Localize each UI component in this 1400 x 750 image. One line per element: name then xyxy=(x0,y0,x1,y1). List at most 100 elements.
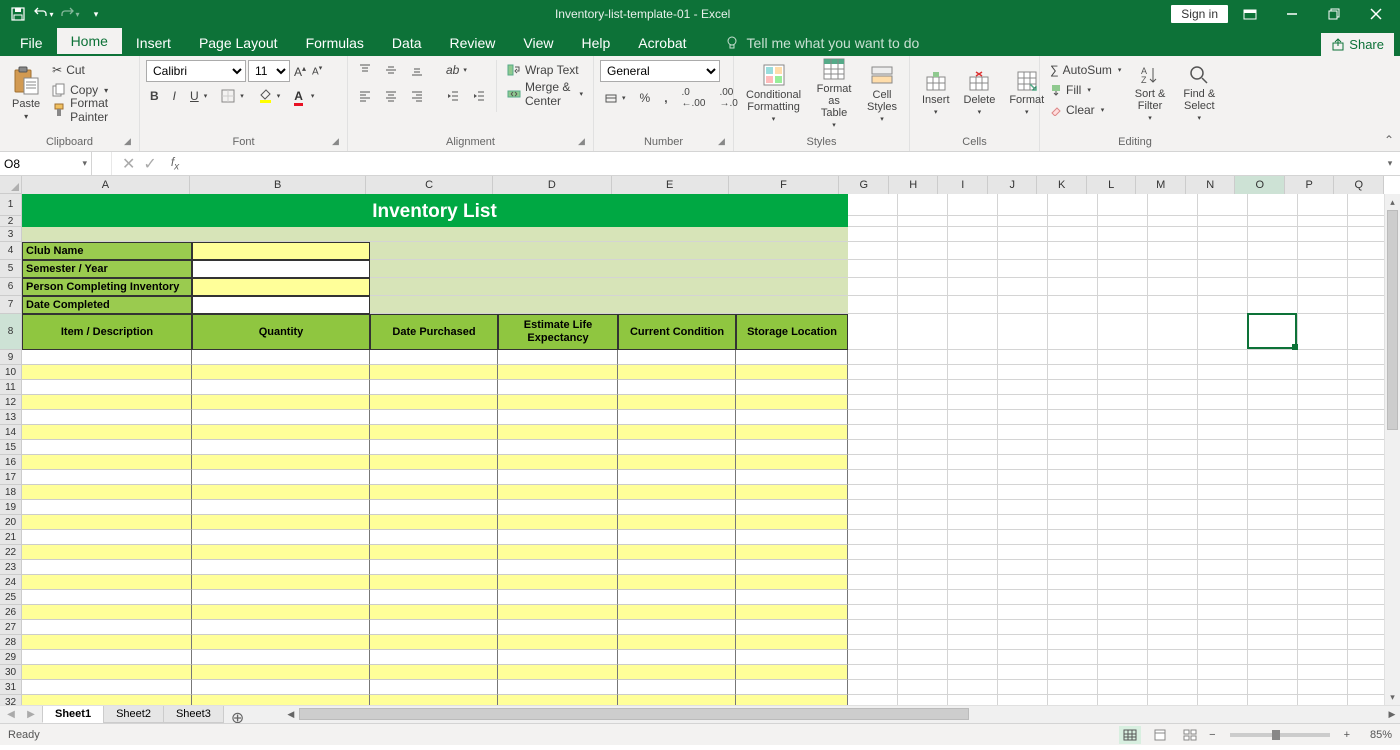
cell[interactable] xyxy=(1198,260,1248,278)
cell[interactable] xyxy=(1098,545,1148,560)
cell[interactable] xyxy=(370,455,498,470)
cell[interactable] xyxy=(848,545,898,560)
align-bottom-button[interactable] xyxy=(406,60,428,80)
cell[interactable] xyxy=(848,650,898,665)
cell[interactable] xyxy=(498,530,618,545)
cell[interactable] xyxy=(898,530,948,545)
cell[interactable] xyxy=(498,575,618,590)
cell[interactable] xyxy=(1148,530,1198,545)
cell[interactable] xyxy=(1148,605,1198,620)
font-size-select[interactable]: 11 xyxy=(248,60,290,82)
cell[interactable] xyxy=(948,380,998,395)
cell[interactable] xyxy=(1048,515,1098,530)
row-header-26[interactable]: 26 xyxy=(0,605,22,620)
select-all-corner[interactable] xyxy=(0,176,22,194)
maximize-button[interactable] xyxy=(1314,0,1354,28)
cell[interactable] xyxy=(736,410,848,425)
cell[interactable] xyxy=(22,560,192,575)
cell[interactable] xyxy=(192,575,370,590)
cell[interactable] xyxy=(192,590,370,605)
cell[interactable] xyxy=(998,605,1048,620)
row-header-27[interactable]: 27 xyxy=(0,620,22,635)
cell[interactable] xyxy=(1198,545,1248,560)
col-header-A[interactable]: A xyxy=(22,176,190,194)
cell[interactable] xyxy=(1098,395,1148,410)
cell[interactable] xyxy=(1248,530,1298,545)
cell[interactable] xyxy=(1148,296,1198,314)
row-header-16[interactable]: 16 xyxy=(0,455,22,470)
cell[interactable] xyxy=(370,680,498,695)
cell[interactable] xyxy=(498,620,618,635)
align-top-button[interactable] xyxy=(354,60,376,80)
cell[interactable] xyxy=(1298,365,1348,380)
cell[interactable]: Quantity xyxy=(192,314,370,350)
cell[interactable] xyxy=(1148,575,1198,590)
cell[interactable] xyxy=(618,350,736,365)
cell[interactable] xyxy=(736,500,848,515)
row-header-13[interactable]: 13 xyxy=(0,410,22,425)
cell[interactable] xyxy=(1048,350,1098,365)
cell[interactable] xyxy=(370,590,498,605)
format-as-table-button[interactable]: Format as Table▾ xyxy=(809,60,859,126)
cell[interactable] xyxy=(1298,485,1348,500)
cell[interactable] xyxy=(1048,650,1098,665)
cell[interactable] xyxy=(22,425,192,440)
cell[interactable] xyxy=(22,620,192,635)
cell[interactable] xyxy=(22,500,192,515)
cell[interactable] xyxy=(736,680,848,695)
cell[interactable] xyxy=(1198,650,1248,665)
cell[interactable] xyxy=(1048,410,1098,425)
cell[interactable] xyxy=(948,395,998,410)
cell[interactable] xyxy=(1098,620,1148,635)
clipboard-launcher[interactable]: ◢ xyxy=(124,136,136,148)
cell[interactable] xyxy=(998,575,1048,590)
cell[interactable] xyxy=(1098,314,1148,350)
cell[interactable] xyxy=(998,470,1048,485)
cell[interactable] xyxy=(998,680,1048,695)
row-header-19[interactable]: 19 xyxy=(0,500,22,515)
cell[interactable] xyxy=(948,314,998,350)
cell[interactable] xyxy=(898,635,948,650)
cell[interactable] xyxy=(1248,485,1298,500)
cell[interactable] xyxy=(192,470,370,485)
cell[interactable] xyxy=(1298,560,1348,575)
cell[interactable] xyxy=(498,410,618,425)
orientation-button[interactable]: ab▾ xyxy=(442,60,471,80)
cell[interactable] xyxy=(898,194,948,216)
cell[interactable] xyxy=(192,440,370,455)
cell[interactable] xyxy=(1298,680,1348,695)
add-sheet-button[interactable]: ⊕ xyxy=(223,706,243,723)
cell[interactable] xyxy=(618,650,736,665)
cell[interactable] xyxy=(898,350,948,365)
align-center-button[interactable] xyxy=(380,86,402,106)
cell[interactable] xyxy=(1148,260,1198,278)
cell[interactable] xyxy=(498,545,618,560)
enter-formula-button[interactable]: ✓ xyxy=(143,154,156,174)
cell[interactable] xyxy=(22,227,848,242)
cell[interactable] xyxy=(998,545,1048,560)
cell[interactable] xyxy=(22,635,192,650)
align-middle-button[interactable] xyxy=(380,60,402,80)
row-header-30[interactable]: 30 xyxy=(0,665,22,680)
cell[interactable] xyxy=(1098,470,1148,485)
cell[interactable] xyxy=(848,680,898,695)
cell[interactable] xyxy=(1048,530,1098,545)
cell[interactable] xyxy=(1048,314,1098,350)
cell[interactable] xyxy=(498,650,618,665)
cell[interactable] xyxy=(948,296,998,314)
cell[interactable] xyxy=(848,365,898,380)
cell[interactable] xyxy=(848,410,898,425)
cell[interactable] xyxy=(22,515,192,530)
cell[interactable] xyxy=(948,440,998,455)
cell[interactable] xyxy=(998,380,1048,395)
cell[interactable] xyxy=(1148,620,1198,635)
cell[interactable] xyxy=(192,242,370,260)
cell[interactable] xyxy=(1148,194,1198,216)
cell[interactable] xyxy=(1298,545,1348,560)
cell[interactable] xyxy=(898,620,948,635)
cell[interactable] xyxy=(192,530,370,545)
cell[interactable] xyxy=(498,350,618,365)
cell[interactable] xyxy=(618,665,736,680)
cell[interactable] xyxy=(192,680,370,695)
row-header-7[interactable]: 7 xyxy=(0,296,22,314)
